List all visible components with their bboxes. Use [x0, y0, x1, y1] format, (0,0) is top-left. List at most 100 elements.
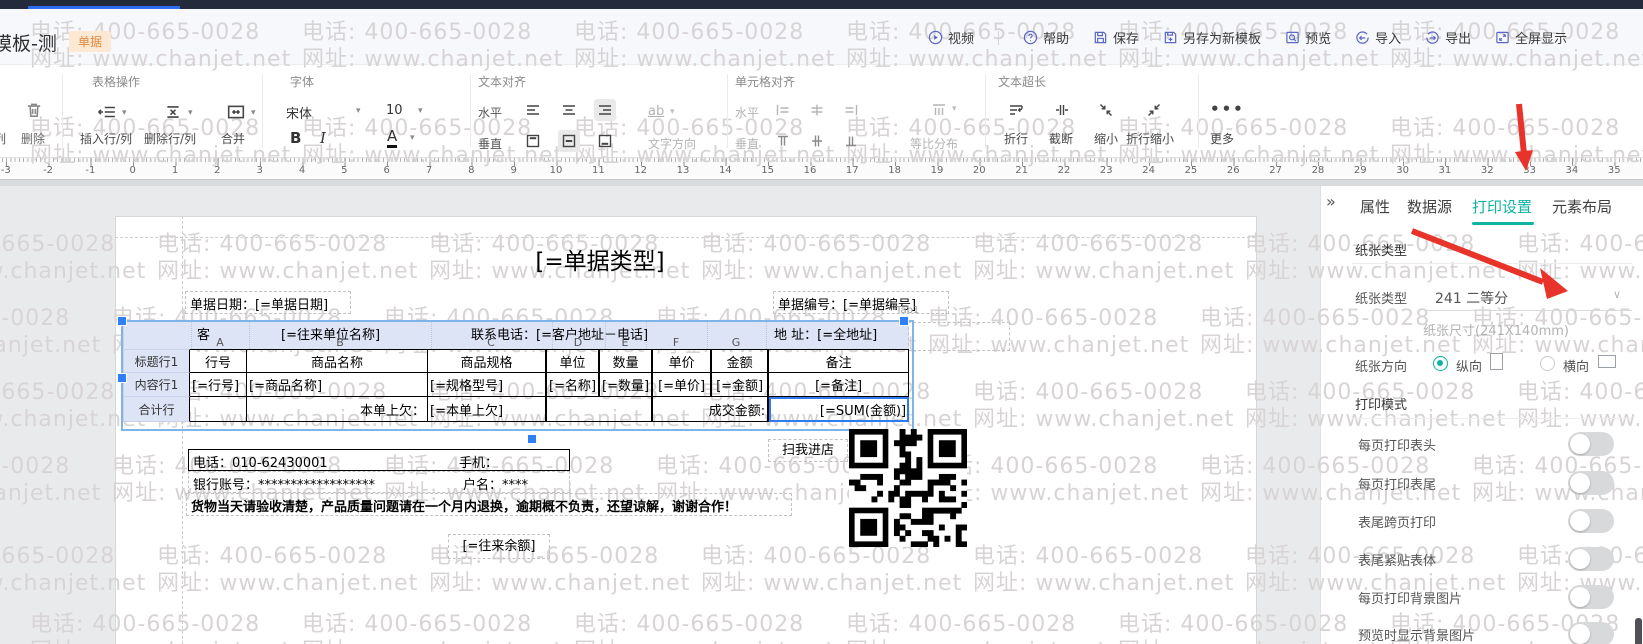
font-color-caret-icon[interactable]: ▾: [410, 133, 415, 143]
highlight-caret-icon[interactable]: ▾: [670, 107, 675, 117]
delete-row-col-button[interactable]: [164, 103, 182, 125]
tab-element-layout[interactable]: 元素布局: [1552, 196, 1612, 217]
truncate-label[interactable]: 截断: [1049, 130, 1073, 147]
total-sum-cell[interactable]: [=SUM(金额)]: [769, 397, 909, 422]
address-field[interactable]: 地 址：[=全地址]: [774, 324, 877, 343]
header-cell[interactable]: 商品规格: [428, 349, 547, 373]
content-cell[interactable]: [=商品名称]: [247, 373, 428, 397]
header-cell[interactable]: 单价: [653, 349, 712, 373]
merge-cells-button[interactable]: [227, 103, 245, 125]
more-label[interactable]: 更多: [1210, 130, 1234, 147]
tab-print-settings[interactable]: 打印设置: [1472, 196, 1532, 217]
preview-button[interactable]: 预览: [1285, 28, 1331, 47]
shrink-label[interactable]: 缩小: [1094, 130, 1118, 147]
wrap-shrink-label[interactable]: 折行缩小: [1126, 130, 1174, 147]
merge-cells-label[interactable]: 合并: [221, 130, 245, 147]
video-button[interactable]: 视频: [928, 28, 974, 47]
delete-row-col-label[interactable]: 删除行/列: [144, 130, 196, 147]
total-cell-empty[interactable]: [547, 397, 653, 422]
qr-code[interactable]: [849, 429, 967, 547]
font-family-caret-icon[interactable]: ▾: [356, 106, 361, 116]
highlight-button[interactable]: ab: [648, 104, 664, 119]
header-cell[interactable]: 行号: [190, 349, 247, 373]
wrap-text-button[interactable]: [1005, 99, 1027, 121]
chevron-down-icon[interactable]: ∨: [1613, 288, 1621, 301]
content-cell[interactable]: [=金额]: [712, 373, 769, 397]
valign-bottom-button[interactable]: [594, 130, 616, 152]
cell-align-top-button[interactable]: [772, 130, 794, 152]
cell-align-center-h-button[interactable]: [806, 99, 828, 121]
truncate-text-button[interactable]: [1051, 99, 1073, 121]
portrait-radio[interactable]: [1433, 356, 1448, 371]
content-cell[interactable]: [=备注]: [769, 373, 909, 397]
align-right-button[interactable]: [594, 99, 616, 121]
customer-label[interactable]: 客: [197, 324, 210, 343]
bank-box[interactable]: 银行账号：****************** 户名：****: [188, 471, 570, 493]
text-direction-button[interactable]: 文字方向: [648, 135, 696, 152]
italic-button[interactable]: I: [320, 129, 326, 147]
content-cell[interactable]: [=数量]: [600, 373, 653, 397]
landscape-radio[interactable]: [1540, 356, 1555, 371]
content-cell[interactable]: [=行号]: [190, 373, 247, 397]
toggle-switch-off[interactable]: [1568, 471, 1614, 495]
distribute-caret-icon[interactable]: ▾: [952, 104, 957, 114]
help-button[interactable]: 帮助: [1023, 28, 1069, 47]
save-as-template-button[interactable]: 另存为新模板: [1163, 28, 1261, 47]
content-cell[interactable]: [=单价]: [653, 373, 712, 397]
toggle-switch-off[interactable]: [1568, 547, 1614, 571]
merge-caret-icon[interactable]: ▾: [251, 108, 256, 118]
more-icon[interactable]: •••: [1210, 100, 1245, 118]
row-header[interactable]: 内容行1: [123, 373, 190, 397]
header-cell[interactable]: 备注: [769, 349, 909, 373]
row-header[interactable]: 标题行1: [123, 349, 190, 373]
font-size-caret-icon[interactable]: ▾: [418, 106, 423, 116]
template-table[interactable]: 标题行1 行号 商品名称 商品规格 单位 数量 单价 金额 备注 内容行1 [=…: [123, 349, 909, 422]
import-button[interactable]: 导入: [1355, 28, 1401, 47]
tab-datasource[interactable]: 数据源: [1407, 196, 1452, 217]
total-label-cell[interactable]: 本单上欠：: [247, 397, 428, 422]
table-customer-band[interactable]: 客 [=往来单位名称] 联系电话：[=客户地址－电话] 地 址：[=全地址] A…: [123, 322, 909, 349]
delete-button[interactable]: [25, 101, 43, 123]
cell-align-left-button[interactable]: [772, 99, 794, 121]
cell-align-bottom-button[interactable]: [840, 130, 862, 152]
total-amount-label-cell[interactable]: 成交金额:: [653, 397, 769, 422]
phone-box[interactable]: 电话：010-62430001 手机：: [188, 449, 570, 471]
panel-collapse-button[interactable]: »: [1326, 192, 1336, 211]
resize-handle-top-right[interactable]: [899, 316, 909, 326]
header-cell[interactable]: 单位: [547, 349, 600, 373]
notice-box[interactable]: 货物当天请验收清楚，产品质量问题请在一个月内退换，逾期概不负责，还望谅解，谢谢合…: [186, 493, 792, 516]
tab-properties[interactable]: 属性: [1360, 196, 1390, 217]
valign-top-button[interactable]: [522, 130, 544, 152]
delete-caret-icon[interactable]: ▾: [188, 108, 193, 118]
valign-middle-button[interactable]: [558, 130, 580, 152]
total-cell-empty[interactable]: [190, 397, 247, 422]
font-family-select[interactable]: 宋体: [286, 103, 312, 122]
save-button[interactable]: 保存: [1093, 28, 1139, 47]
header-cell[interactable]: 金额: [712, 349, 769, 373]
paper-type-select[interactable]: 241 二等分: [1435, 288, 1508, 308]
wrap-text-label[interactable]: 折行: [1004, 130, 1028, 147]
insert-caret-icon[interactable]: ▾: [122, 108, 127, 118]
toggle-switch-off[interactable]: [1568, 509, 1614, 533]
header-cell[interactable]: 数量: [600, 349, 653, 373]
row-header[interactable]: 合计行: [123, 397, 190, 422]
toggle-switch-off[interactable]: [1568, 432, 1614, 456]
content-cell[interactable]: [=名称]: [547, 373, 600, 397]
font-size-select[interactable]: 10: [386, 103, 403, 118]
cell-align-right-button[interactable]: [840, 99, 862, 121]
total-value-cell[interactable]: [=本单上欠]: [428, 397, 547, 422]
align-left-button[interactable]: [522, 99, 544, 121]
fullscreen-button[interactable]: 全屏显示: [1495, 28, 1567, 47]
font-color-button[interactable]: A: [387, 127, 397, 148]
panel-scrollbar[interactable]: [1635, 618, 1642, 644]
insert-row-col-button[interactable]: [98, 103, 116, 125]
resize-handle-mid-left[interactable]: [117, 373, 127, 383]
doc-date-field[interactable]: 单据日期：[=单据日期]: [190, 294, 328, 313]
toggle-switch-off[interactable]: [1568, 622, 1614, 644]
doc-title-field[interactable]: [=单据类型]: [480, 242, 720, 276]
insert-row-col-label[interactable]: 插入行/列: [80, 130, 132, 147]
balance-field[interactable]: [=往来余额]: [448, 534, 550, 559]
header-cell[interactable]: 商品名称: [247, 349, 428, 373]
content-cell[interactable]: [=规格型号]: [428, 373, 547, 397]
resize-handle-bottom-center[interactable]: [527, 434, 537, 444]
